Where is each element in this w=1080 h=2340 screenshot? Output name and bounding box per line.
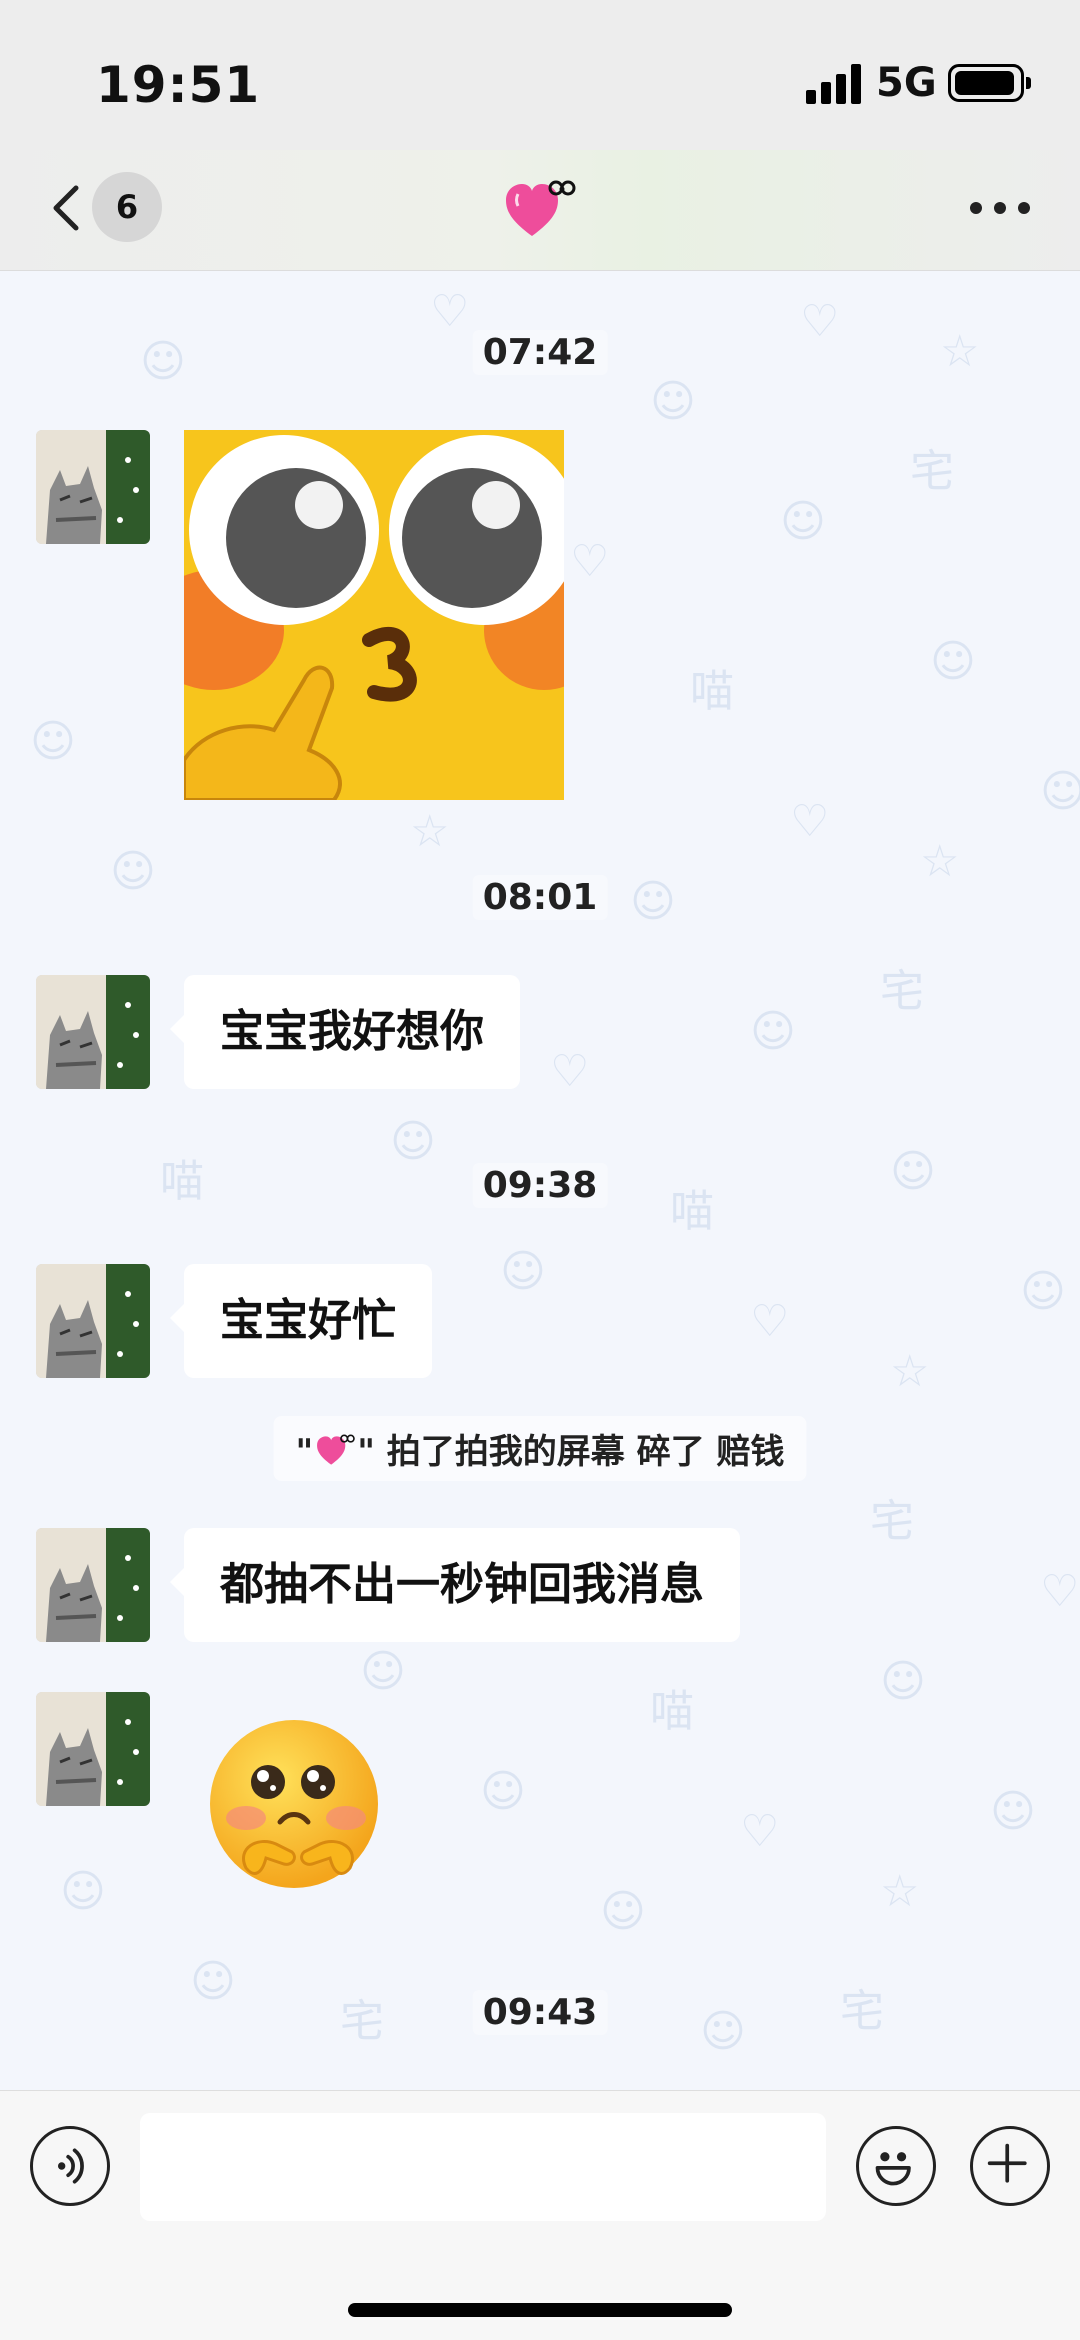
contact-avatar[interactable] [36, 975, 150, 1089]
bg-doodle: ♡ [550, 1046, 590, 1097]
kiss-emoji-sticker[interactable] [184, 430, 564, 800]
battery-icon [948, 64, 1031, 102]
voice-button[interactable] [30, 2126, 110, 2206]
voice-icon [57, 2148, 84, 2184]
pink-heart-with-bow-icon [506, 180, 576, 236]
message-bubble[interactable]: 宝宝好忙 [170, 1264, 432, 1378]
bg-doodle: ☆ [410, 806, 450, 857]
message-timestamp: 08:01 [472, 875, 608, 920]
bg-doodle: ☺ [1020, 1266, 1066, 1317]
plus-icon [987, 2143, 1027, 2183]
cat-avatar-image [36, 430, 150, 544]
bg-doodle: ☺ [600, 1886, 646, 1937]
unread-count-badge[interactable]: 6 [92, 172, 162, 242]
cat-avatar-image [36, 1692, 150, 1806]
bg-doodle: ☺ [630, 876, 676, 927]
bg-doodle: ☺ [780, 496, 826, 547]
bg-doodle: ☺ [30, 716, 76, 767]
network-label: 5G [876, 60, 937, 106]
bg-doodle: 喵 [690, 666, 734, 717]
pleading-emoji-sticker[interactable] [206, 1718, 390, 1898]
contact-avatar[interactable] [36, 430, 150, 544]
bg-doodle: ☆ [890, 1346, 930, 1397]
bg-doodle: ☺ [880, 1656, 926, 1707]
signal-icon [806, 64, 862, 104]
contact-avatar[interactable] [36, 1528, 150, 1642]
pleading-fingers-emoji [210, 1720, 378, 1888]
message-input[interactable] [140, 2113, 826, 2221]
bg-doodle: ☺ [700, 2006, 746, 2057]
bg-doodle: ☺ [1040, 766, 1080, 817]
pat-text: 拍了拍我的屏幕 碎了 赔钱 [386, 1432, 785, 1472]
home-indicator[interactable] [348, 2303, 732, 2317]
bg-doodle: 宅 [880, 966, 924, 1017]
bg-doodle: ☺ [110, 846, 156, 897]
bg-doodle: 宅 [840, 1986, 884, 2037]
message-timestamp: 09:38 [472, 1163, 608, 1208]
bg-doodle: ♡ [800, 296, 840, 347]
status-bar: 19:51 5G [0, 0, 1080, 150]
chat-title-heart-icon[interactable] [500, 174, 580, 244]
input-bar [0, 2090, 1080, 2340]
bg-doodle: ☺ [750, 1006, 796, 1057]
contact-avatar[interactable] [36, 1264, 150, 1378]
bg-doodle: 喵 [160, 1156, 204, 1207]
bg-doodle: ♡ [790, 796, 830, 847]
quote-close: " [357, 1432, 375, 1472]
message-bubble[interactable]: 都抽不出一秒钟回我消息 [170, 1528, 740, 1642]
bg-doodle: ☆ [940, 326, 980, 377]
bg-doodle: ☺ [890, 1146, 936, 1197]
back-button[interactable] [40, 178, 100, 238]
bg-doodle: ☺ [140, 336, 186, 387]
blushing-kiss-emoji-sticker [184, 430, 564, 800]
bg-doodle: ♡ [1040, 1566, 1080, 1617]
message-timestamp: 09:43 [472, 1990, 608, 2035]
contact-avatar[interactable] [36, 1692, 150, 1806]
bg-doodle: ♡ [740, 1806, 780, 1857]
chat-nav-bar: 6 [0, 150, 1080, 271]
bg-doodle: ☺ [360, 1646, 406, 1697]
bg-doodle: ☺ [930, 636, 976, 687]
bg-doodle: ☺ [650, 376, 696, 427]
message-timestamp: 07:42 [472, 330, 608, 375]
chevron-left-icon [53, 185, 79, 231]
bg-doodle: ☆ [880, 1866, 920, 1917]
bg-doodle: 喵 [670, 1186, 714, 1237]
more-button[interactable] [970, 202, 1030, 216]
bg-doodle: ☺ [500, 1246, 546, 1297]
bg-doodle: 喵 [650, 1686, 694, 1737]
bg-doodle: 宅 [340, 1996, 384, 2047]
bg-doodle: ☺ [480, 1766, 526, 1817]
cat-avatar-image [36, 1528, 150, 1642]
smiley-icon [875, 2152, 911, 2186]
bg-doodle: ☺ [390, 1116, 436, 1167]
pat-system-message: " " 拍了拍我的屏幕 碎了 赔钱 [273, 1416, 807, 1481]
quote-open: " [295, 1432, 314, 1472]
emoji-button[interactable] [856, 2126, 936, 2206]
bg-doodle: ♡ [750, 1296, 790, 1347]
status-time: 19:51 [96, 56, 261, 114]
message-bubble[interactable]: 宝宝我好想你 [170, 975, 520, 1089]
pink-heart-with-bow-icon [316, 1434, 355, 1465]
bg-doodle: 宅 [870, 1496, 914, 1547]
bg-doodle: ☺ [60, 1866, 106, 1917]
bg-doodle: ♡ [570, 536, 610, 587]
bg-doodle: ♡ [430, 286, 470, 337]
cat-avatar-image [36, 975, 150, 1089]
battery-fill [955, 71, 1014, 95]
add-button[interactable] [970, 2126, 1050, 2206]
bg-doodle: ☆ [920, 836, 960, 887]
bg-doodle: 宅 [910, 446, 954, 497]
bg-doodle: ☺ [190, 1956, 236, 2007]
cat-avatar-image [36, 1264, 150, 1378]
bg-doodle: ☺ [990, 1786, 1036, 1837]
